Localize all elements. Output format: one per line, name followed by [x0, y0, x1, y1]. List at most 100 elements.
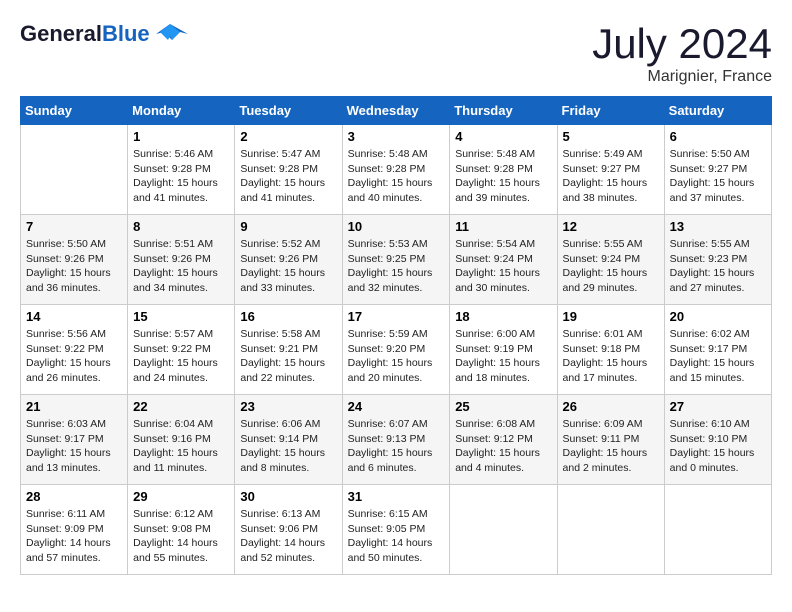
day-number: 23 — [240, 399, 336, 414]
day-info: Sunrise: 6:08 AMSunset: 9:12 PMDaylight:… — [455, 417, 551, 476]
day-info: Sunrise: 5:58 AMSunset: 9:21 PMDaylight:… — [240, 327, 336, 386]
day-number: 15 — [133, 309, 229, 324]
day-info: Sunrise: 5:48 AMSunset: 9:28 PMDaylight:… — [455, 147, 551, 206]
day-cell: 23 Sunrise: 6:06 AMSunset: 9:14 PMDayligh… — [235, 395, 342, 485]
day-cell: 15 Sunrise: 5:57 AMSunset: 9:22 PMDayligh… — [128, 305, 235, 395]
day-number: 14 — [26, 309, 122, 324]
day-cell: 11 Sunrise: 5:54 AMSunset: 9:24 PMDayligh… — [450, 215, 557, 305]
day-info: Sunrise: 5:54 AMSunset: 9:24 PMDaylight:… — [455, 237, 551, 296]
day-cell: 25 Sunrise: 6:08 AMSunset: 9:12 PMDayligh… — [450, 395, 557, 485]
logo: GeneralBlue — [20, 20, 188, 48]
day-number: 19 — [563, 309, 659, 324]
day-cell: 31Sunrise: 6:15 AMSunset: 9:05 PMDayligh… — [342, 485, 450, 575]
day-cell: 26 Sunrise: 6:09 AMSunset: 9:11 PMDayligh… — [557, 395, 664, 485]
header-cell-sunday: Sunday — [21, 97, 128, 125]
day-number: 18 — [455, 309, 551, 324]
day-info: Sunrise: 5:50 AMSunset: 9:26 PMDaylight:… — [26, 237, 122, 296]
header-cell-thursday: Thursday — [450, 97, 557, 125]
day-number: 9 — [240, 219, 336, 234]
day-info: Sunrise: 5:59 AMSunset: 9:20 PMDaylight:… — [348, 327, 445, 386]
day-cell: 22Sunrise: 6:04 AMSunset: 9:16 PMDayligh… — [128, 395, 235, 485]
day-cell: 3 Sunrise: 5:48 AMSunset: 9:28 PMDaylight… — [342, 125, 450, 215]
day-info: Sunrise: 6:02 AMSunset: 9:17 PMDaylight:… — [670, 327, 766, 386]
day-info: Sunrise: 5:46 AMSunset: 9:28 PMDaylight:… — [133, 147, 229, 206]
week-row-3: 14 Sunrise: 5:56 AMSunset: 9:22 PMDayligh… — [21, 305, 772, 395]
day-cell: 20 Sunrise: 6:02 AMSunset: 9:17 PMDayligh… — [664, 305, 771, 395]
day-cell: 18Sunrise: 6:00 AMSunset: 9:19 PMDayligh… — [450, 305, 557, 395]
day-number: 29 — [133, 489, 229, 504]
day-cell: 19 Sunrise: 6:01 AMSunset: 9:18 PMDayligh… — [557, 305, 664, 395]
day-info: Sunrise: 6:13 AMSunset: 9:06 PMDaylight:… — [240, 507, 336, 566]
header-cell-wednesday: Wednesday — [342, 97, 450, 125]
day-number: 2 — [240, 129, 336, 144]
day-cell: 5Sunrise: 5:49 AMSunset: 9:27 PMDaylight… — [557, 125, 664, 215]
day-number: 10 — [348, 219, 445, 234]
day-cell — [557, 485, 664, 575]
day-number: 11 — [455, 219, 551, 234]
day-info: Sunrise: 5:55 AMSunset: 9:24 PMDaylight:… — [563, 237, 659, 296]
header-cell-monday: Monday — [128, 97, 235, 125]
day-cell — [664, 485, 771, 575]
day-info: Sunrise: 6:11 AMSunset: 9:09 PMDaylight:… — [26, 507, 122, 566]
day-number: 24 — [348, 399, 445, 414]
day-info: Sunrise: 5:50 AMSunset: 9:27 PMDaylight:… — [670, 147, 766, 206]
week-row-1: 1 Sunrise: 5:46 AMSunset: 9:28 PMDaylight… — [21, 125, 772, 215]
header-cell-saturday: Saturday — [664, 97, 771, 125]
week-row-4: 21 Sunrise: 6:03 AMSunset: 9:17 PMDayligh… — [21, 395, 772, 485]
day-number: 21 — [26, 399, 122, 414]
day-cell: 16Sunrise: 5:58 AMSunset: 9:21 PMDayligh… — [235, 305, 342, 395]
header-cell-friday: Friday — [557, 97, 664, 125]
day-cell: 30Sunrise: 6:13 AMSunset: 9:06 PMDayligh… — [235, 485, 342, 575]
calendar-body: 1 Sunrise: 5:46 AMSunset: 9:28 PMDaylight… — [21, 125, 772, 575]
header-row: SundayMondayTuesdayWednesdayThursdayFrid… — [21, 97, 772, 125]
day-cell: 6Sunrise: 5:50 AMSunset: 9:27 PMDaylight… — [664, 125, 771, 215]
day-number: 3 — [348, 129, 445, 144]
day-number: 20 — [670, 309, 766, 324]
day-info: Sunrise: 5:56 AMSunset: 9:22 PMDaylight:… — [26, 327, 122, 386]
day-cell: 29Sunrise: 6:12 AMSunset: 9:08 PMDayligh… — [128, 485, 235, 575]
location-subtitle: Marignier, France — [592, 68, 772, 86]
day-number: 27 — [670, 399, 766, 414]
day-info: Sunrise: 6:06 AMSunset: 9:14 PMDaylight:… — [240, 417, 336, 476]
day-info: Sunrise: 6:07 AMSunset: 9:13 PMDaylight:… — [348, 417, 445, 476]
day-info: Sunrise: 6:03 AMSunset: 9:17 PMDaylight:… — [26, 417, 122, 476]
day-cell — [450, 485, 557, 575]
day-info: Sunrise: 6:09 AMSunset: 9:11 PMDaylight:… — [563, 417, 659, 476]
day-cell: 14 Sunrise: 5:56 AMSunset: 9:22 PMDayligh… — [21, 305, 128, 395]
week-row-2: 7Sunrise: 5:50 AMSunset: 9:26 PMDaylight… — [21, 215, 772, 305]
day-info: Sunrise: 5:48 AMSunset: 9:28 PMDaylight:… — [348, 147, 445, 206]
day-cell: 9 Sunrise: 5:52 AMSunset: 9:26 PMDaylight… — [235, 215, 342, 305]
day-number: 25 — [455, 399, 551, 414]
logo-text: GeneralBlue — [20, 22, 150, 46]
calendar-header: SundayMondayTuesdayWednesdayThursdayFrid… — [21, 97, 772, 125]
day-cell: 8Sunrise: 5:51 AMSunset: 9:26 PMDaylight… — [128, 215, 235, 305]
page-header: GeneralBlue July 2024 Marignier, France — [20, 20, 772, 86]
header-cell-tuesday: Tuesday — [235, 97, 342, 125]
day-cell: 7Sunrise: 5:50 AMSunset: 9:26 PMDaylight… — [21, 215, 128, 305]
day-number: 13 — [670, 219, 766, 234]
day-number: 4 — [455, 129, 551, 144]
day-number: 26 — [563, 399, 659, 414]
day-cell: 17Sunrise: 5:59 AMSunset: 9:20 PMDayligh… — [342, 305, 450, 395]
day-cell: 4 Sunrise: 5:48 AMSunset: 9:28 PMDaylight… — [450, 125, 557, 215]
day-cell: 27 Sunrise: 6:10 AMSunset: 9:10 PMDayligh… — [664, 395, 771, 485]
day-info: Sunrise: 5:53 AMSunset: 9:25 PMDaylight:… — [348, 237, 445, 296]
day-info: Sunrise: 5:51 AMSunset: 9:26 PMDaylight:… — [133, 237, 229, 296]
day-info: Sunrise: 5:52 AMSunset: 9:26 PMDaylight:… — [240, 237, 336, 296]
day-cell: 13 Sunrise: 5:55 AMSunset: 9:23 PMDayligh… — [664, 215, 771, 305]
day-info: Sunrise: 5:57 AMSunset: 9:22 PMDaylight:… — [133, 327, 229, 386]
day-number: 31 — [348, 489, 445, 504]
day-cell: 2Sunrise: 5:47 AMSunset: 9:28 PMDaylight… — [235, 125, 342, 215]
day-number: 1 — [133, 129, 229, 144]
day-info: Sunrise: 6:04 AMSunset: 9:16 PMDaylight:… — [133, 417, 229, 476]
day-cell: 28Sunrise: 6:11 AMSunset: 9:09 PMDayligh… — [21, 485, 128, 575]
day-cell: 21 Sunrise: 6:03 AMSunset: 9:17 PMDayligh… — [21, 395, 128, 485]
day-cell: 1 Sunrise: 5:46 AMSunset: 9:28 PMDaylight… — [128, 125, 235, 215]
day-info: Sunrise: 6:10 AMSunset: 9:10 PMDaylight:… — [670, 417, 766, 476]
calendar-table: SundayMondayTuesdayWednesdayThursdayFrid… — [20, 96, 772, 575]
title-block: July 2024 Marignier, France — [592, 20, 772, 86]
day-info: Sunrise: 6:01 AMSunset: 9:18 PMDaylight:… — [563, 327, 659, 386]
day-cell: 12Sunrise: 5:55 AMSunset: 9:24 PMDayligh… — [557, 215, 664, 305]
day-info: Sunrise: 5:55 AMSunset: 9:23 PMDaylight:… — [670, 237, 766, 296]
day-cell: 24 Sunrise: 6:07 AMSunset: 9:13 PMDayligh… — [342, 395, 450, 485]
